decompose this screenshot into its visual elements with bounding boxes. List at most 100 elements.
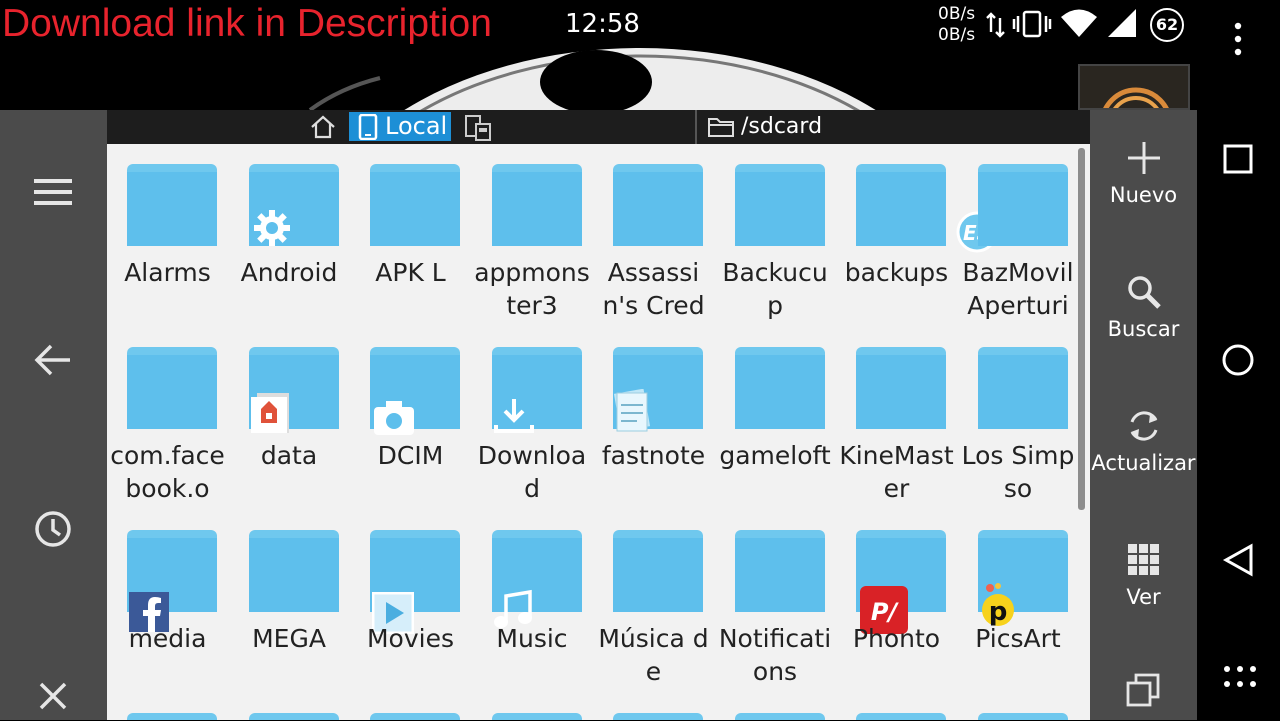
folder-item-partial[interactable] <box>370 713 460 720</box>
folder-item[interactable]: Música de <box>593 510 714 690</box>
current-path: /sdcard <box>741 114 823 139</box>
folder-item-partial[interactable] <box>127 713 217 720</box>
view-button[interactable]: Ver <box>1090 540 1197 650</box>
folder-item[interactable]: MEGA <box>229 510 350 690</box>
windows-button[interactable] <box>1090 670 1197 718</box>
system-navigation <box>1197 0 1280 720</box>
folder-name: Movies <box>366 624 454 653</box>
upload-speed: 0B/s <box>938 4 976 24</box>
back-button[interactable] <box>28 335 78 385</box>
square-icon <box>1223 144 1253 174</box>
note-badge-icon <box>611 388 655 437</box>
folder-item-partial[interactable] <box>491 713 582 720</box>
folder-name: Música de <box>598 624 709 686</box>
folder-icon <box>248 530 339 612</box>
folder-item[interactable]: DCIM <box>350 327 471 507</box>
folder-item-partial[interactable] <box>856 713 946 720</box>
download-speed: 0B/s <box>938 25 976 45</box>
plus-icon <box>1128 142 1160 174</box>
folder-item[interactable]: media <box>107 510 228 690</box>
folder-item[interactable]: gameloft <box>715 327 836 507</box>
new-button[interactable]: Nuevo <box>1090 138 1197 248</box>
folder-item[interactable]: appmonster3 <box>472 144 593 324</box>
refresh-button[interactable]: Actualizar <box>1090 406 1197 516</box>
folder-icon <box>613 530 703 612</box>
search-button[interactable]: Buscar <box>1090 272 1197 382</box>
folder-item[interactable]: Los Simpso <box>958 327 1079 507</box>
network-speed: 0B/s 0B/s <box>938 4 975 46</box>
folder-icon <box>856 347 946 429</box>
folder-name: backups <box>844 258 949 287</box>
folder-item-partial[interactable] <box>977 713 1068 720</box>
folder-name: Phonto <box>852 624 941 653</box>
folder-name: gameloft <box>719 441 831 470</box>
folder-item[interactable]: Backucup <box>715 144 836 324</box>
overflow-menu-button[interactable] <box>1217 18 1259 60</box>
arrow-left-icon <box>34 344 70 376</box>
folder-icon <box>613 164 703 246</box>
circle-icon <box>1222 344 1254 376</box>
folder-item[interactable]: Alarms <box>107 144 228 324</box>
signal-icon <box>1108 9 1136 37</box>
folder-name: Download <box>477 441 587 503</box>
grid-scrollbar[interactable] <box>1078 148 1085 510</box>
folder-item[interactable]: data <box>229 327 350 507</box>
folder-name: PicsArt <box>975 624 1061 653</box>
network-devices-icon <box>465 115 491 141</box>
home-tab[interactable] <box>309 113 337 141</box>
folder-item[interactable]: Movies <box>350 510 471 690</box>
refresh-button-label: Actualizar <box>1091 451 1196 475</box>
new-button-label: Nuevo <box>1109 183 1178 207</box>
menu-button[interactable] <box>28 167 78 217</box>
folder-item-partial[interactable] <box>734 713 825 720</box>
home-button[interactable] <box>1217 339 1259 381</box>
folder-icon <box>977 347 1068 429</box>
folder-item[interactable]: APK L <box>350 144 471 324</box>
network-tab[interactable] <box>464 114 492 142</box>
local-tab[interactable]: Local <box>349 112 451 141</box>
folder-item[interactable]: Notifications <box>715 510 836 690</box>
folder-name: Android <box>240 258 338 287</box>
folder-name: fastnote <box>601 441 706 470</box>
folder-name: KineMaster <box>839 441 954 503</box>
folder-item[interactable]: KineMaster <box>836 327 957 507</box>
folder-item[interactable]: Assassin's Cred <box>593 144 714 324</box>
folder-icon <box>127 347 217 429</box>
folder-name: Los Simpso <box>961 441 1075 503</box>
nav-back-button[interactable] <box>1217 539 1259 581</box>
folder-item-partial[interactable] <box>613 713 703 720</box>
folder-outline-icon <box>708 118 734 137</box>
folder-item[interactable]: p PicsArt <box>958 510 1079 690</box>
folder-item[interactable]: P/Phonto <box>836 510 957 690</box>
folder-icon <box>491 164 582 246</box>
more-vertical-icon <box>1234 22 1242 56</box>
view-button-label: Ver <box>1126 585 1161 609</box>
folder-item[interactable]: fastnote <box>593 327 714 507</box>
recents-button[interactable] <box>1217 138 1259 180</box>
folder-name: Music <box>496 624 568 653</box>
close-icon <box>39 682 67 710</box>
folder-item[interactable]: Music <box>472 510 593 690</box>
close-button[interactable] <box>28 671 78 721</box>
folder-item[interactable]: Android <box>229 144 350 324</box>
folder-item[interactable]: Download <box>472 327 593 507</box>
history-button[interactable] <box>28 504 78 554</box>
folder-item[interactable]: com.facebook.o <box>107 327 228 507</box>
folder-item[interactable]: ESbackups <box>836 144 998 324</box>
status-bar: Download link in Description 12:58 0B/s … <box>0 0 1197 48</box>
right-action-bar: Nuevo Buscar Actualizar Ver <box>1090 110 1197 720</box>
background-thumbnail <box>1078 64 1190 110</box>
clock-icon <box>35 511 71 547</box>
download-badge-icon <box>492 395 536 439</box>
more-grid-icon[interactable] <box>1222 664 1258 690</box>
folder-icon <box>977 164 1068 246</box>
folder-item-partial[interactable] <box>248 713 339 720</box>
folder-name: Alarms <box>124 258 211 287</box>
toolbar-divider <box>695 110 697 144</box>
grid-view-icon <box>1128 544 1159 575</box>
folder-icon <box>734 347 825 429</box>
vibrate-icon <box>1012 10 1052 38</box>
folder-item[interactable]: BazMovilAperturi <box>958 144 1079 324</box>
folder-name: com.facebook.o <box>110 441 225 503</box>
folder-name: BazMovilAperturi <box>962 258 1074 320</box>
